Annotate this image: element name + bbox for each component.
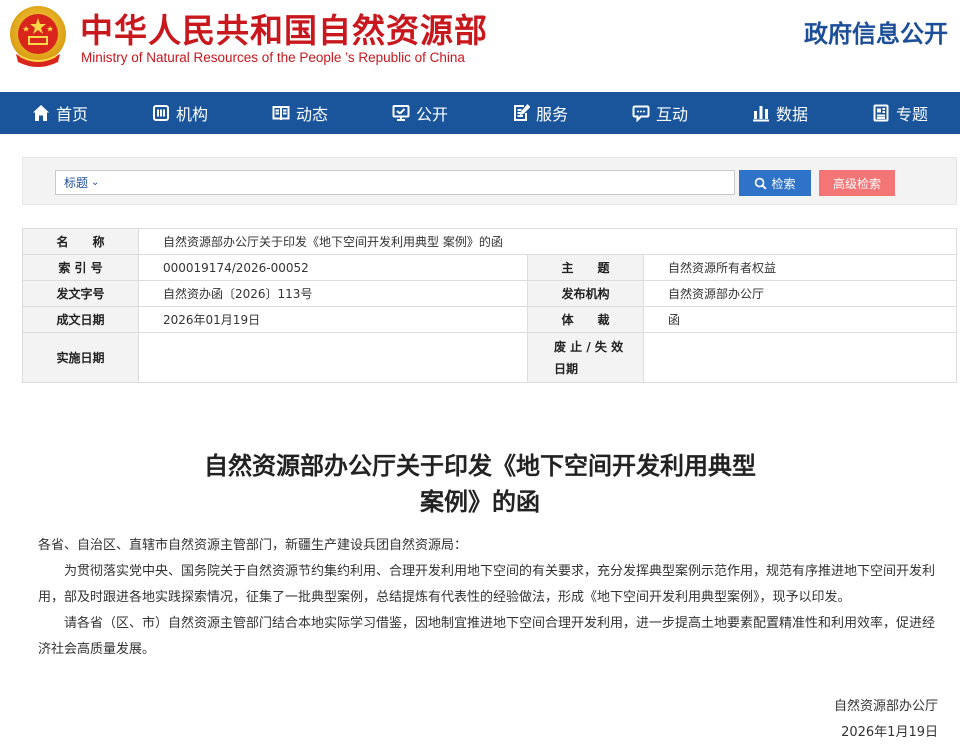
nav-label: 专题 xyxy=(895,105,928,124)
meta-label-date: 成文日期 xyxy=(22,306,139,333)
nav-label: 公开 xyxy=(415,105,448,124)
meta-value-issuer: 自然资源部办公厅 xyxy=(643,280,957,307)
paragraph: 请各省（区、市）自然资源主管部门结合本地实际学习借鉴，因地制宜推进地下空间合理开… xyxy=(38,616,936,657)
advanced-search-button[interactable]: 高级检索 xyxy=(819,170,895,196)
bar-chart-icon xyxy=(752,106,769,122)
meta-value-name: 自然资源部办公厅关于印发《地下空间开发利用典型 案例》的函 xyxy=(138,228,957,255)
search-field-label: 标题 xyxy=(64,176,89,190)
document-body: 各省、自治区、直辖市自然资源主管部门，新疆生产建设兵团自然资源局： 为贯彻落实党… xyxy=(38,533,938,663)
nav-item-topic[interactable]: 专题 xyxy=(840,92,960,134)
main-nav: 首页 机构 动态 公开 服务 互动 数据 专题 xyxy=(0,92,960,134)
search-icon xyxy=(755,177,768,190)
document-title: 自然资源部办公厅关于印发《地下空间开发利用典型 案例》的函 xyxy=(0,448,960,520)
meta-value-effective xyxy=(138,332,528,383)
meta-value-index: 000019174/2026-00052 xyxy=(138,254,528,281)
meta-value-date: 2026年01月19日 xyxy=(138,306,528,333)
org-icon xyxy=(152,105,169,121)
site-title-cn[interactable]: 中华人民共和国自然资源部 xyxy=(80,4,488,52)
document-title-line2: 案例》的函 xyxy=(420,488,540,516)
salutation: 各省、自治区、直辖市自然资源主管部门，新疆生产建设兵团自然资源局： xyxy=(38,538,468,553)
table-row: 实施日期 废 止 / 失 效 日期 xyxy=(22,332,957,383)
search-field-select[interactable]: 标题 ⌄ xyxy=(56,174,107,191)
meta-value-repeal xyxy=(643,332,957,383)
section-title[interactable]: 政府信息公开 xyxy=(804,14,948,49)
document-title-line1: 自然资源部办公厅关于印发《地下空间开发利用典型 xyxy=(204,452,756,480)
nav-item-public[interactable]: 公开 xyxy=(360,92,480,134)
search-bar: 标题 ⌄ 检索 高级检索 xyxy=(22,157,957,205)
meta-value-docno: 自然资办函〔2026〕113号 xyxy=(138,280,528,307)
chevron-down-icon: ⌄ xyxy=(91,177,100,188)
meta-label-repeal-line2: 日期 xyxy=(554,361,579,376)
meta-label-name: 名 称 xyxy=(22,228,139,255)
search-input[interactable] xyxy=(107,171,734,194)
table-row: 名 称 自然资源部办公厅关于印发《地下空间开发利用典型 案例》的函 xyxy=(22,228,957,255)
monitor-icon xyxy=(392,105,410,121)
table-row: 发文字号 自然资办函〔2026〕113号 发布机构 自然资源部办公厅 xyxy=(22,280,957,307)
nav-label: 服务 xyxy=(535,105,568,124)
search-box: 标题 ⌄ xyxy=(55,170,735,195)
document-meta-table: 名 称 自然资源部办公厅关于印发《地下空间开发利用典型 案例》的函 索 引 号 … xyxy=(22,228,957,383)
meta-label-topic: 主 题 xyxy=(527,254,644,281)
meta-label-repeal: 废 止 / 失 效 日期 xyxy=(527,332,644,383)
meta-label-docno: 发文字号 xyxy=(22,280,139,307)
meta-label-repeal-line1: 废 止 / 失 效 xyxy=(554,339,624,354)
nav-label: 首页 xyxy=(55,105,88,124)
nav-item-data[interactable]: 数据 xyxy=(720,92,840,134)
chat-icon xyxy=(632,105,650,122)
search-button[interactable]: 检索 xyxy=(739,170,811,196)
meta-label-genre: 体 裁 xyxy=(527,306,644,333)
nav-label: 数据 xyxy=(775,105,808,124)
meta-value-topic: 自然资源所有者权益 xyxy=(643,254,957,281)
nav-item-service[interactable]: 服务 xyxy=(480,92,600,134)
meta-value-genre: 函 xyxy=(643,306,957,333)
nav-label: 动态 xyxy=(295,105,328,124)
signer: 自然资源部办公厅 xyxy=(833,699,938,714)
meta-label-issuer: 发布机构 xyxy=(527,280,644,307)
edit-doc-icon xyxy=(513,104,530,121)
meta-label-effective: 实施日期 xyxy=(22,332,139,383)
nav-item-news[interactable]: 动态 xyxy=(240,92,360,134)
nav-label: 机构 xyxy=(175,105,208,124)
nav-item-org[interactable]: 机构 xyxy=(120,92,240,134)
home-icon xyxy=(32,105,49,121)
national-emblem-icon[interactable] xyxy=(6,4,70,70)
search-button-label: 检索 xyxy=(771,176,796,191)
table-row: 成文日期 2026年01月19日 体 裁 函 xyxy=(22,306,957,333)
meta-label-index: 索 引 号 xyxy=(22,254,139,281)
book-icon xyxy=(272,106,290,121)
document-icon xyxy=(873,104,889,122)
site-title-en[interactable]: Ministry of Natural Resources of the Peo… xyxy=(81,50,465,65)
table-row: 索 引 号 000019174/2026-00052 主 题 自然资源所有者权益 xyxy=(22,254,957,281)
nav-item-home[interactable]: 首页 xyxy=(0,92,120,134)
sign-date: 2026年1月19日 xyxy=(841,725,938,740)
nav-item-interact[interactable]: 互动 xyxy=(600,92,720,134)
site-header: 中华人民共和国自然资源部 Ministry of Natural Resourc… xyxy=(0,0,960,92)
nav-label: 互动 xyxy=(655,105,688,124)
paragraph: 为贯彻落实党中央、国务院关于自然资源节约集约利用、合理开发利用地下空间的有关要求… xyxy=(38,564,936,605)
